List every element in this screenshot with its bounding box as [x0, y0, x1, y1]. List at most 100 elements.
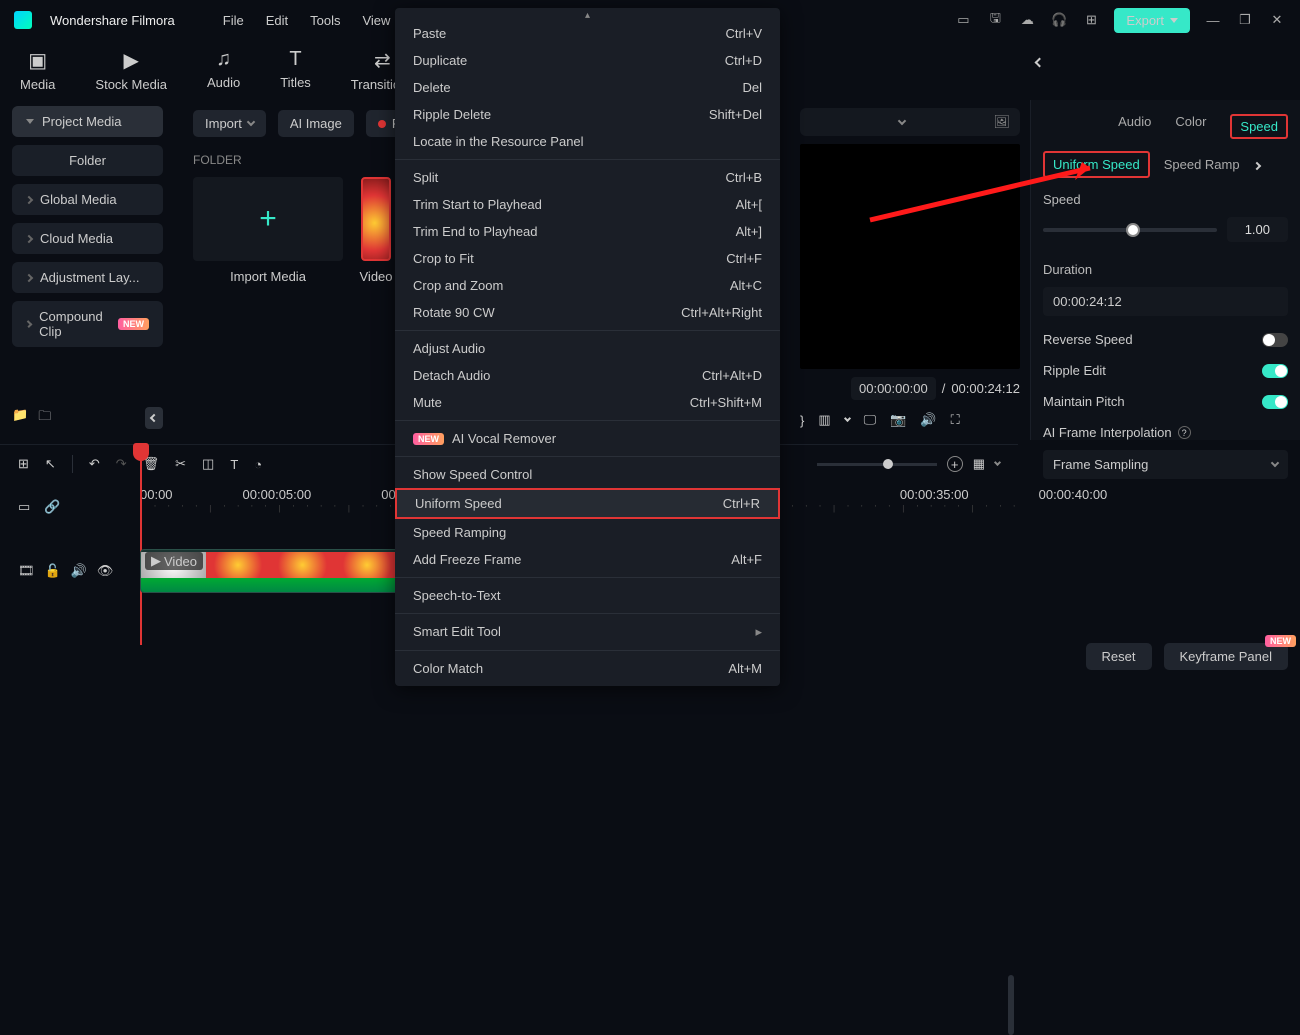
- snapshot-icon[interactable]: 🖼: [993, 114, 1010, 130]
- display-icon[interactable]: 🖵: [864, 412, 877, 428]
- new-folder-icon[interactable]: 📁: [12, 407, 28, 429]
- tab-audio[interactable]: Audio: [1118, 114, 1151, 139]
- reverse-speed-toggle[interactable]: [1262, 333, 1288, 347]
- close-icon[interactable]: ✕: [1268, 11, 1286, 29]
- folder-chip[interactable]: Folder: [12, 145, 163, 176]
- ctx-locate[interactable]: Locate in the Resource Panel: [395, 128, 780, 155]
- track-mute-icon[interactable]: 🔊: [71, 563, 87, 579]
- import-button[interactable]: Import: [193, 110, 266, 137]
- ctx-ripple-delete[interactable]: Ripple DeleteShift+Del: [395, 101, 780, 128]
- duration-input[interactable]: 00:00:24:12: [1043, 287, 1288, 316]
- panel-prev-icon[interactable]: [1036, 54, 1043, 69]
- context-menu: ▴ PasteCtrl+V DuplicateCtrl+D DeleteDel …: [395, 8, 780, 686]
- link-icon[interactable]: 🔗: [44, 499, 60, 515]
- zoom-slider[interactable]: [817, 463, 937, 466]
- menu-edit[interactable]: Edit: [266, 13, 288, 28]
- ctx-detach-audio[interactable]: Detach AudioCtrl+Alt+D: [395, 362, 780, 389]
- sidebar-global-media[interactable]: Global Media: [12, 184, 163, 215]
- apps-icon[interactable]: ⊞: [1082, 11, 1100, 29]
- speed-tool-icon[interactable]: ◔: [254, 457, 262, 472]
- import-media-tile[interactable]: + Import Media: [193, 177, 343, 284]
- track-lock-icon[interactable]: 🔓: [45, 563, 61, 579]
- ctx-duplicate[interactable]: DuplicateCtrl+D: [395, 47, 780, 74]
- track-video-icon[interactable]: 🎞: [18, 563, 35, 579]
- bracket-icon[interactable]: }: [800, 413, 804, 428]
- keyframe-panel-button[interactable]: Keyframe PanelNEW: [1164, 643, 1289, 670]
- align-icon[interactable]: ▥: [818, 412, 830, 428]
- minimize-icon[interactable]: —: [1204, 11, 1222, 29]
- titles-icon: T: [289, 48, 301, 71]
- fullscreen-icon[interactable]: ⛶: [951, 412, 960, 428]
- layout-icon[interactable]: ▭: [954, 11, 972, 29]
- text-tool-icon[interactable]: T: [230, 457, 238, 472]
- maintain-pitch-toggle[interactable]: [1262, 395, 1288, 409]
- timeline-settings-icon[interactable]: ▭: [18, 499, 30, 515]
- nav-stock[interactable]: ▶Stock Media: [95, 48, 167, 92]
- subtab-speed-ramp[interactable]: Speed Ramp: [1164, 157, 1240, 172]
- reset-button[interactable]: Reset: [1086, 643, 1152, 670]
- video-clip-tile[interactable]: Video: [361, 177, 391, 284]
- ctx-crop-zoom[interactable]: Crop and ZoomAlt+C: [395, 272, 780, 299]
- ripple-edit-label: Ripple Edit: [1043, 363, 1106, 378]
- camera-icon[interactable]: 📷: [890, 412, 906, 428]
- ctx-uniform-speed[interactable]: Uniform SpeedCtrl+R: [395, 488, 780, 519]
- zoom-in-icon[interactable]: +: [947, 456, 963, 472]
- ctx-smart-edit[interactable]: Smart Edit Tool▸: [395, 618, 780, 646]
- headphones-icon[interactable]: 🎧: [1050, 11, 1068, 29]
- maximize-icon[interactable]: ❐: [1236, 11, 1254, 29]
- scrollbar[interactable]: [1008, 975, 1014, 1035]
- nav-media[interactable]: ▣Media: [20, 48, 55, 92]
- subtab-uniform-speed[interactable]: Uniform Speed: [1043, 151, 1150, 178]
- ctx-speed-ramping[interactable]: Speed Ramping: [395, 519, 780, 546]
- ctx-paste[interactable]: PasteCtrl+V: [395, 20, 780, 47]
- ctx-speech-to-text[interactable]: Speech-to-Text: [395, 582, 780, 609]
- ctx-delete[interactable]: DeleteDel: [395, 74, 780, 101]
- speed-value[interactable]: 1.00: [1227, 217, 1288, 242]
- project-media-chip[interactable]: Project Media: [12, 106, 163, 137]
- preview-video[interactable]: [800, 144, 1020, 369]
- tab-speed[interactable]: Speed: [1230, 114, 1288, 139]
- volume-icon[interactable]: 🔊: [920, 412, 936, 428]
- cloud-icon[interactable]: ☁: [1018, 11, 1036, 29]
- playhead[interactable]: [140, 445, 142, 645]
- ripple-edit-toggle[interactable]: [1262, 364, 1288, 378]
- interpolation-select[interactable]: Frame Sampling: [1043, 450, 1288, 479]
- aspect-selector[interactable]: 🖼: [800, 108, 1020, 136]
- undo-icon[interactable]: ↶: [89, 456, 100, 472]
- cursor-tool-icon[interactable]: ↖: [45, 456, 56, 472]
- sidebar-adjustment-layer[interactable]: Adjustment Lay...: [12, 262, 163, 293]
- crop-tool-icon[interactable]: ◫: [202, 456, 214, 472]
- track-visible-icon[interactable]: 👁: [97, 563, 114, 579]
- ctx-split: SplitCtrl+B: [395, 164, 780, 191]
- new-bin-icon[interactable]: 🗀: [38, 407, 51, 429]
- ctx-show-speed[interactable]: Show Speed Control: [395, 461, 780, 488]
- save-icon[interactable]: 🖫: [986, 11, 1004, 29]
- sidebar-cloud-media[interactable]: Cloud Media: [12, 223, 163, 254]
- menu-view[interactable]: View: [362, 13, 390, 28]
- ctx-adjust-audio[interactable]: Adjust Audio: [395, 335, 780, 362]
- redo-icon[interactable]: ↷: [116, 456, 127, 472]
- menu-tools[interactable]: Tools: [310, 13, 340, 28]
- ctx-crop-fit[interactable]: Crop to FitCtrl+F: [395, 245, 780, 272]
- ctx-mute[interactable]: MuteCtrl+Shift+M: [395, 389, 780, 416]
- stock-icon: ▶: [124, 48, 139, 73]
- nav-titles[interactable]: TTitles: [280, 48, 311, 90]
- ctx-freeze-frame[interactable]: Add Freeze FrameAlt+F: [395, 546, 780, 573]
- nav-audio[interactable]: ♫Audio: [207, 48, 240, 90]
- ctx-ai-vocal-remover[interactable]: NEWAI Vocal Remover: [395, 425, 780, 452]
- view-mode-icon[interactable]: ▦: [973, 456, 985, 472]
- menu-file[interactable]: File: [223, 13, 244, 28]
- video-clip[interactable]: ▶Video: [140, 549, 400, 593]
- tab-color[interactable]: Color: [1175, 114, 1206, 139]
- export-button[interactable]: Export: [1114, 8, 1190, 33]
- collapse-sidebar-icon[interactable]: [145, 407, 163, 429]
- info-icon[interactable]: ?: [1178, 426, 1191, 439]
- sidebar-compound-clip[interactable]: Compound ClipNEW: [12, 301, 163, 347]
- auto-beat-icon[interactable]: ⊞: [18, 456, 29, 472]
- subtab-next-icon[interactable]: [1254, 157, 1260, 172]
- scissors-icon[interactable]: ✂: [175, 456, 186, 472]
- ctx-rotate[interactable]: Rotate 90 CWCtrl+Alt+Right: [395, 299, 780, 326]
- speed-slider[interactable]: [1043, 228, 1217, 232]
- ai-image-button[interactable]: AI Image: [278, 110, 354, 137]
- ctx-color-match[interactable]: Color MatchAlt+M: [395, 655, 780, 682]
